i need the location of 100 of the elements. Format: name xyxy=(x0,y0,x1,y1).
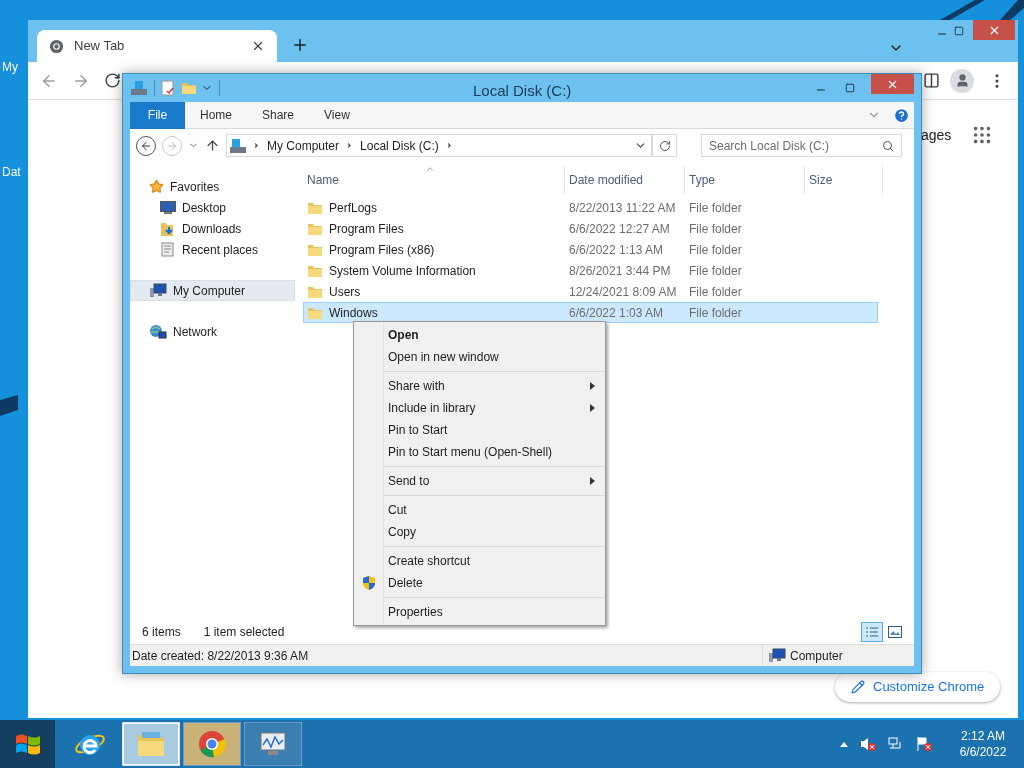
file-row[interactable]: Users 12/24/2021 8:09 AM File folder xyxy=(303,281,878,302)
file-name: PerfLogs xyxy=(329,199,378,217)
properties-icon[interactable] xyxy=(161,80,175,96)
date-cell-text: 6/6/2022 1:13 AM xyxy=(568,241,665,259)
menu-item[interactable]: Cut xyxy=(354,499,605,521)
download-folder-icon xyxy=(160,220,176,237)
nav-item[interactable]: Desktop xyxy=(130,197,295,218)
column-header[interactable]: Name xyxy=(303,166,565,194)
folder-icon xyxy=(307,200,323,215)
wallpaper-stripe xyxy=(0,395,18,416)
ribbon-tab[interactable]: Share xyxy=(247,101,310,129)
details-text: Date created: 8/22/2013 9:36 AM xyxy=(132,647,310,665)
windows-logo-icon xyxy=(14,732,41,756)
folder-icon xyxy=(136,730,166,758)
menu-item[interactable]: Open in new window xyxy=(354,346,605,368)
tab-title: New Tab xyxy=(74,37,126,56)
location-label: Computer xyxy=(790,647,843,665)
maximize-icon[interactable] xyxy=(845,83,855,93)
type-cell-text: File folder xyxy=(688,199,743,217)
customize-button[interactable]: Customize Chrome xyxy=(835,672,1001,702)
search-placeholder: Search Local Disk (C:) xyxy=(709,137,831,155)
help-icon[interactable] xyxy=(893,106,910,124)
nav-item[interactable]: Recent places xyxy=(130,239,295,260)
submenu-arrow-icon xyxy=(590,382,595,390)
refresh-button[interactable] xyxy=(652,134,677,157)
monitor-icon xyxy=(160,201,176,214)
close-tab-icon[interactable] xyxy=(251,39,265,53)
side-panel-icon[interactable] xyxy=(923,72,940,89)
file-row[interactable]: System Volume Information 8/26/2021 3:44 PM File folder xyxy=(303,260,878,281)
menu-item[interactable]: Include in library xyxy=(354,397,605,419)
clock[interactable]: 2:12 AM 6/6/2022 xyxy=(952,728,1014,760)
nav-item[interactable]: Network xyxy=(130,321,295,342)
chrome-icon xyxy=(198,730,226,758)
folder-icon xyxy=(307,221,323,236)
folder-icon xyxy=(307,242,323,257)
file-tab[interactable]: File xyxy=(130,101,185,129)
taskbar-button[interactable] xyxy=(244,722,302,766)
file-row[interactable]: Program Files (x86) 6/6/2022 1:13 AM File folder xyxy=(303,239,878,260)
date-cell-text: 12/24/2021 8:09 AM xyxy=(568,283,678,301)
type-cell-text: File folder xyxy=(688,283,743,301)
nav-item[interactable]: Favorites xyxy=(130,176,295,197)
file-name: Program Files xyxy=(329,220,404,238)
date-cell-text: 8/26/2021 3:44 PM xyxy=(568,262,672,280)
network-icon[interactable] xyxy=(888,736,904,752)
reload-icon[interactable] xyxy=(104,72,121,89)
nav-item[interactable]: My Computer xyxy=(130,280,295,301)
type-cell-text: File folder xyxy=(688,220,743,238)
menu-item[interactable]: Properties xyxy=(354,601,605,623)
search-icon xyxy=(882,139,894,152)
menu-item[interactable]: Send to xyxy=(354,470,605,492)
file-row[interactable]: Windows 6/6/2022 1:03 AM File folder xyxy=(303,302,878,323)
menu-item[interactable]: Create shortcut xyxy=(354,550,605,572)
large-icons-view-icon[interactable] xyxy=(888,626,902,638)
file-name: System Volume Information xyxy=(329,262,476,280)
selection-count: 1 item selected xyxy=(203,624,285,641)
start-button[interactable] xyxy=(0,720,55,768)
folder-icon xyxy=(307,284,323,299)
taskbar-button[interactable] xyxy=(183,722,241,766)
breadcrumb-item[interactable]: Local Disk (C:) xyxy=(360,136,439,155)
up-icon[interactable] xyxy=(205,138,220,153)
ribbon-tab[interactable]: Home xyxy=(185,101,247,129)
breadcrumb-item[interactable]: My Computer xyxy=(267,136,340,155)
ribbon-tab[interactable]: View xyxy=(309,101,365,129)
computer-icon xyxy=(149,283,167,298)
show-hidden-icons-icon[interactable] xyxy=(840,741,848,747)
search-field[interactable]: Search Local Disk (C:) xyxy=(701,134,902,157)
back-icon xyxy=(140,139,152,152)
file-row[interactable]: Program Files 6/6/2022 12:27 AM File folder xyxy=(303,218,878,239)
star-icon xyxy=(149,179,164,194)
column-header[interactable]: Size xyxy=(805,166,883,194)
type-cell-text: File folder xyxy=(688,262,743,280)
file-name: Program Files (x86) xyxy=(329,241,435,259)
apps-grid-icon[interactable] xyxy=(971,124,993,146)
flag-icon[interactable] xyxy=(916,736,932,752)
browser-tab[interactable]: New Tab xyxy=(37,30,277,62)
address-bar[interactable]: My Computer Local Disk (C:) xyxy=(226,134,652,157)
menu-item[interactable]: Copy xyxy=(354,521,605,543)
submenu-arrow-icon xyxy=(590,404,595,412)
menu-item[interactable]: Delete xyxy=(354,572,605,594)
date-cell-text: 8/22/2013 11:22 AM xyxy=(568,199,677,217)
muted-speaker-icon[interactable] xyxy=(860,736,876,752)
date-cell-text: 6/6/2022 12:27 AM xyxy=(568,220,671,238)
profile-avatar[interactable] xyxy=(950,68,974,93)
wallpaper-stripe xyxy=(1000,0,1024,20)
new-tab-icon[interactable] xyxy=(291,36,309,54)
menu-item[interactable]: Pin to Start menu (Open-Shell) xyxy=(354,441,605,463)
maximize-icon[interactable] xyxy=(954,26,964,36)
date-cell-text: 6/6/2022 1:03 AM xyxy=(568,304,665,322)
details-list-icon xyxy=(865,626,879,638)
menu-item[interactable]: Open xyxy=(354,324,605,346)
menu-item[interactable]: Share with xyxy=(354,375,605,397)
column-header[interactable]: Type xyxy=(685,166,805,194)
images-link[interactable]: ages xyxy=(921,125,952,146)
type-cell-text: File folder xyxy=(688,241,743,259)
menu-item[interactable]: Pin to Start xyxy=(354,419,605,441)
file-row[interactable]: PerfLogs 8/22/2013 11:22 AM File folder xyxy=(303,197,878,218)
column-header[interactable]: Date modified xyxy=(565,166,685,194)
nav-item[interactable]: Downloads xyxy=(130,218,295,239)
refresh-icon xyxy=(658,139,671,152)
breadcrumb-arrow-icon[interactable] xyxy=(252,141,261,150)
